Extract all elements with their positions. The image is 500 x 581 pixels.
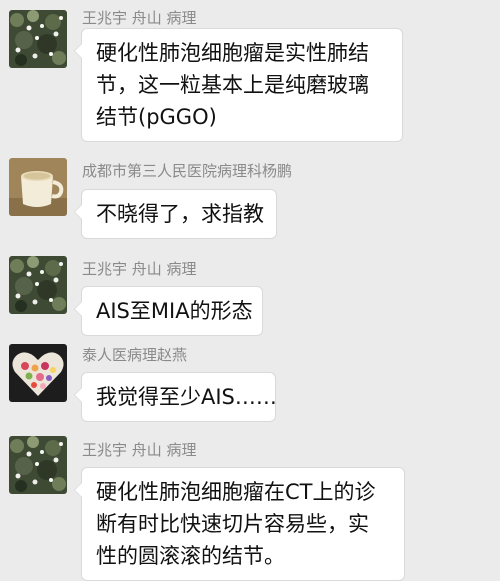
- sender-name: 王兆宇 舟山 病理: [82, 9, 197, 27]
- sender-name: 王兆宇 舟山 病理: [82, 260, 197, 278]
- sender-name: 成都市第三人民医院病理科杨鹏: [82, 162, 293, 180]
- message-text-line: 性的圆滚滚的结节。: [96, 544, 285, 568]
- message-text-line: 断有时比快速切片容易些，实: [96, 512, 369, 536]
- message-bubble[interactable]: 不晓得了，求指教: [74, 189, 277, 239]
- message-text-line: 硬化性肺泡细胞瘤是实性肺结: [96, 41, 369, 65]
- heart-flowers-avatar[interactable]: [9, 344, 67, 402]
- message-text-line: 结节(pGGO): [96, 105, 217, 129]
- chat-conversation: 王兆宇 舟山 病理 硬化性肺泡细胞瘤是实性肺结 节，这一粒基本上是纯磨玻璃 结节…: [0, 0, 500, 581]
- message-bubble[interactable]: 硬化性肺泡细胞瘤是实性肺结 节，这一粒基本上是纯磨玻璃 结节(pGGO): [74, 28, 403, 142]
- message-text-line: 节，这一粒基本上是纯磨玻璃: [96, 73, 369, 97]
- message-text-line: AIS至MIA的形态: [96, 299, 253, 323]
- flower-bush-avatar[interactable]: [9, 10, 67, 68]
- message-text-line: 不晓得了，求指教: [96, 202, 264, 226]
- message-bubble[interactable]: AIS至MIA的形态: [74, 286, 263, 336]
- message-text-line: 硬化性肺泡细胞瘤在CT上的诊: [96, 480, 376, 504]
- flower-bush-avatar[interactable]: [9, 436, 67, 494]
- message-bubble[interactable]: 硬化性肺泡细胞瘤在CT上的诊 断有时比快速切片容易些，实 性的圆滚滚的结节。: [74, 467, 405, 581]
- sender-name: 泰人医病理赵燕: [82, 346, 188, 364]
- message-text-line: 我觉得至少AIS……: [96, 385, 277, 409]
- message-bubble[interactable]: 我觉得至少AIS……: [74, 372, 277, 422]
- coffee-cup-avatar[interactable]: [9, 158, 67, 216]
- flower-bush-avatar[interactable]: [9, 256, 67, 314]
- sender-name: 王兆宇 舟山 病理: [82, 441, 197, 459]
